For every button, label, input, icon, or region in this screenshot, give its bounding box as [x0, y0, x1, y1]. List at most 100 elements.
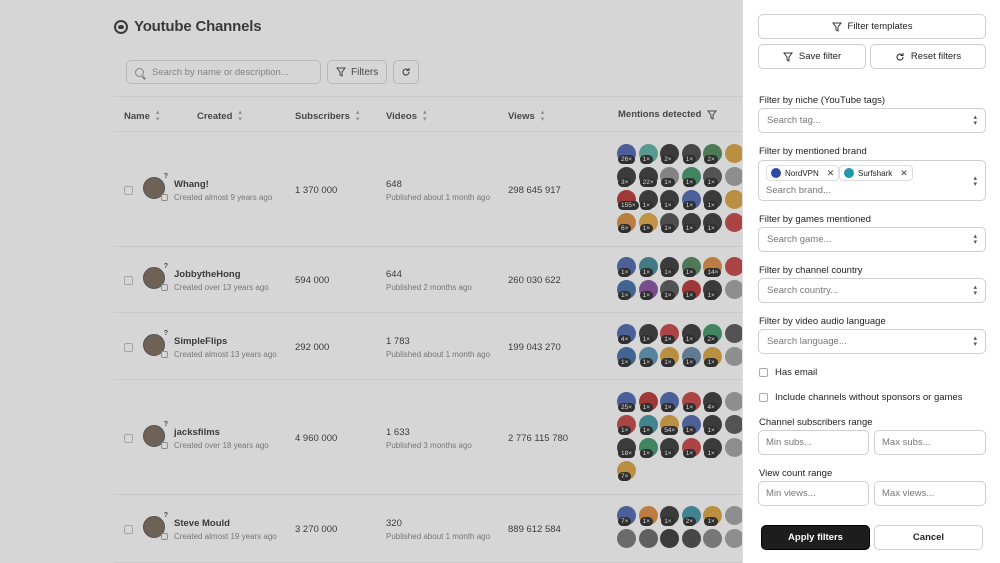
mention-badge[interactable]: 1× — [681, 415, 701, 436]
mention-badge[interactable]: 1× — [660, 347, 680, 368]
mention-badge[interactable]: 1× — [638, 324, 658, 345]
mention-badge[interactable]: 26× — [617, 144, 636, 165]
cancel-button[interactable]: Cancel — [874, 525, 983, 550]
channel-name[interactable]: Whang! — [174, 179, 209, 190]
table-row[interactable]: ? JobbytheHong Created over 13 years ago… — [114, 247, 744, 313]
mention-badge[interactable]: 1× — [703, 213, 723, 234]
table-row[interactable]: ? SimpleFlips Created almost 13 years ag… — [114, 313, 744, 380]
mention-badge[interactable]: 1× — [638, 280, 658, 301]
mention-badge[interactable]: 1× — [617, 415, 636, 436]
mention-badge[interactable]: 1× — [703, 438, 723, 459]
header-created[interactable]: Created ▴ ▾ — [197, 109, 242, 123]
max-subs-input[interactable]: Max subs... — [874, 430, 986, 455]
mention-badge[interactable]: 1× — [703, 415, 723, 436]
table-row[interactable]: ? Steve Mould Created almost 19 years ag… — [114, 495, 744, 563]
mention-badge[interactable]: 1× — [681, 438, 701, 459]
mention-badge[interactable]: 1× — [703, 167, 723, 188]
mention-badge[interactable]: 1× — [681, 257, 701, 278]
header-videos[interactable]: Videos ▴ ▾ — [386, 109, 427, 123]
mention-badge[interactable]: 18× — [617, 438, 636, 459]
brand-select[interactable]: NordVPN ✕ Surfshark ✕ Search brand... ▴ ▾ — [758, 160, 986, 201]
mention-badge[interactable]: 1× — [617, 280, 636, 301]
mention-badge[interactable]: 1× — [681, 324, 701, 345]
mention-badge[interactable]: 1× — [660, 324, 680, 345]
mention-badge[interactable] — [703, 529, 723, 550]
row-checkbox[interactable] — [124, 343, 133, 352]
channel-name[interactable]: Steve Mould — [174, 518, 230, 529]
mention-badge[interactable]: 1× — [660, 280, 680, 301]
language-select[interactable]: Search language... ▴ ▾ — [758, 329, 986, 354]
mention-badge[interactable]: 6× — [617, 213, 636, 234]
mention-badge[interactable]: 1× — [660, 167, 680, 188]
mention-badge[interactable]: 1× — [660, 438, 680, 459]
mention-badge[interactable]: 1× — [660, 506, 680, 527]
mention-badge[interactable]: 1× — [703, 190, 723, 211]
mention-badge[interactable]: 2× — [681, 506, 701, 527]
mention-badge[interactable]: 1× — [660, 392, 680, 413]
mention-badge[interactable]: 4× — [703, 392, 723, 413]
min-subs-input[interactable]: Min subs... — [758, 430, 869, 455]
header-views[interactable]: Views ▴ ▾ — [508, 109, 544, 123]
header-subscribers[interactable]: Subscribers ▴ ▾ — [295, 109, 359, 123]
row-checkbox[interactable] — [124, 434, 133, 443]
mention-badge[interactable]: 1× — [638, 415, 658, 436]
remove-chip-icon[interactable]: ✕ — [900, 168, 908, 179]
header-mentions[interactable]: Mentions detected — [618, 109, 718, 120]
mention-badge[interactable]: 2× — [660, 144, 680, 165]
reset-filters-button[interactable]: Reset filters — [870, 44, 986, 69]
max-views-input[interactable]: Max views... — [874, 481, 986, 506]
header-name[interactable]: Name ▴ ▾ — [124, 109, 159, 123]
mention-badge[interactable] — [617, 529, 636, 550]
mention-badge[interactable]: 1× — [681, 347, 701, 368]
mention-badge[interactable]: 1× — [681, 190, 701, 211]
country-select[interactable]: Search country... ▴ ▾ — [758, 278, 986, 303]
channel-name[interactable]: JobbytheHong — [174, 269, 241, 280]
mention-badge[interactable]: 4× — [617, 324, 636, 345]
mention-badge[interactable]: 1× — [660, 190, 680, 211]
niche-select[interactable]: Search tag... ▴ ▾ — [758, 108, 986, 133]
mention-badge[interactable]: 1× — [660, 213, 680, 234]
mention-badge[interactable]: 1× — [681, 392, 701, 413]
mention-badge[interactable]: 2× — [703, 324, 723, 345]
search-input[interactable]: Search by name or description... — [126, 60, 321, 84]
checkbox-box[interactable] — [759, 368, 768, 377]
mention-badge[interactable]: 1× — [681, 144, 701, 165]
mention-badge[interactable] — [660, 529, 680, 550]
row-checkbox[interactable] — [124, 186, 133, 195]
mention-badge[interactable]: 1× — [638, 213, 658, 234]
mention-badge[interactable]: 1× — [638, 144, 658, 165]
filters-button[interactable]: Filters — [327, 60, 388, 84]
mention-badge[interactable]: 1× — [660, 257, 680, 278]
games-select[interactable]: Search game... ▴ ▾ — [758, 227, 986, 252]
mention-badge[interactable]: 1× — [638, 257, 658, 278]
mention-badge[interactable]: 1× — [638, 347, 658, 368]
row-checkbox[interactable] — [124, 276, 133, 285]
mention-badge[interactable]: 2× — [703, 144, 723, 165]
channel-name[interactable]: jacksfilms — [174, 427, 220, 438]
remove-chip-icon[interactable]: ✕ — [827, 168, 835, 179]
mention-badge[interactable]: 1× — [681, 167, 701, 188]
mention-badge[interactable]: 1× — [703, 280, 723, 301]
refresh-button[interactable] — [393, 60, 420, 84]
row-checkbox[interactable] — [124, 525, 133, 534]
mention-badge[interactable]: 1× — [681, 213, 701, 234]
mention-badge[interactable]: 14× — [703, 257, 723, 278]
mention-badge[interactable] — [638, 529, 658, 550]
channel-name[interactable]: SimpleFlips — [174, 336, 227, 347]
mention-badge[interactable]: 54× — [660, 415, 680, 436]
mention-badge[interactable]: 25× — [617, 392, 636, 413]
mention-badge[interactable]: 7× — [617, 461, 636, 482]
mention-badge[interactable]: 1× — [638, 392, 658, 413]
mention-badge[interactable]: 3× — [617, 167, 636, 188]
include-channels-checkbox[interactable]: Include channels without sponsors or gam… — [759, 392, 962, 403]
mention-badge[interactable] — [681, 529, 701, 550]
mention-badge[interactable]: 22× — [638, 167, 658, 188]
mention-badge[interactable]: 1× — [617, 257, 636, 278]
save-filter-button[interactable]: Save filter — [758, 44, 866, 69]
mention-badge[interactable]: 1× — [617, 347, 636, 368]
mention-badge[interactable]: 1× — [638, 438, 658, 459]
mention-badge[interactable]: 1× — [638, 190, 658, 211]
mention-badge[interactable]: 155× — [617, 190, 639, 211]
checkbox-box[interactable] — [759, 393, 768, 402]
mention-badge[interactable]: 1× — [681, 280, 701, 301]
